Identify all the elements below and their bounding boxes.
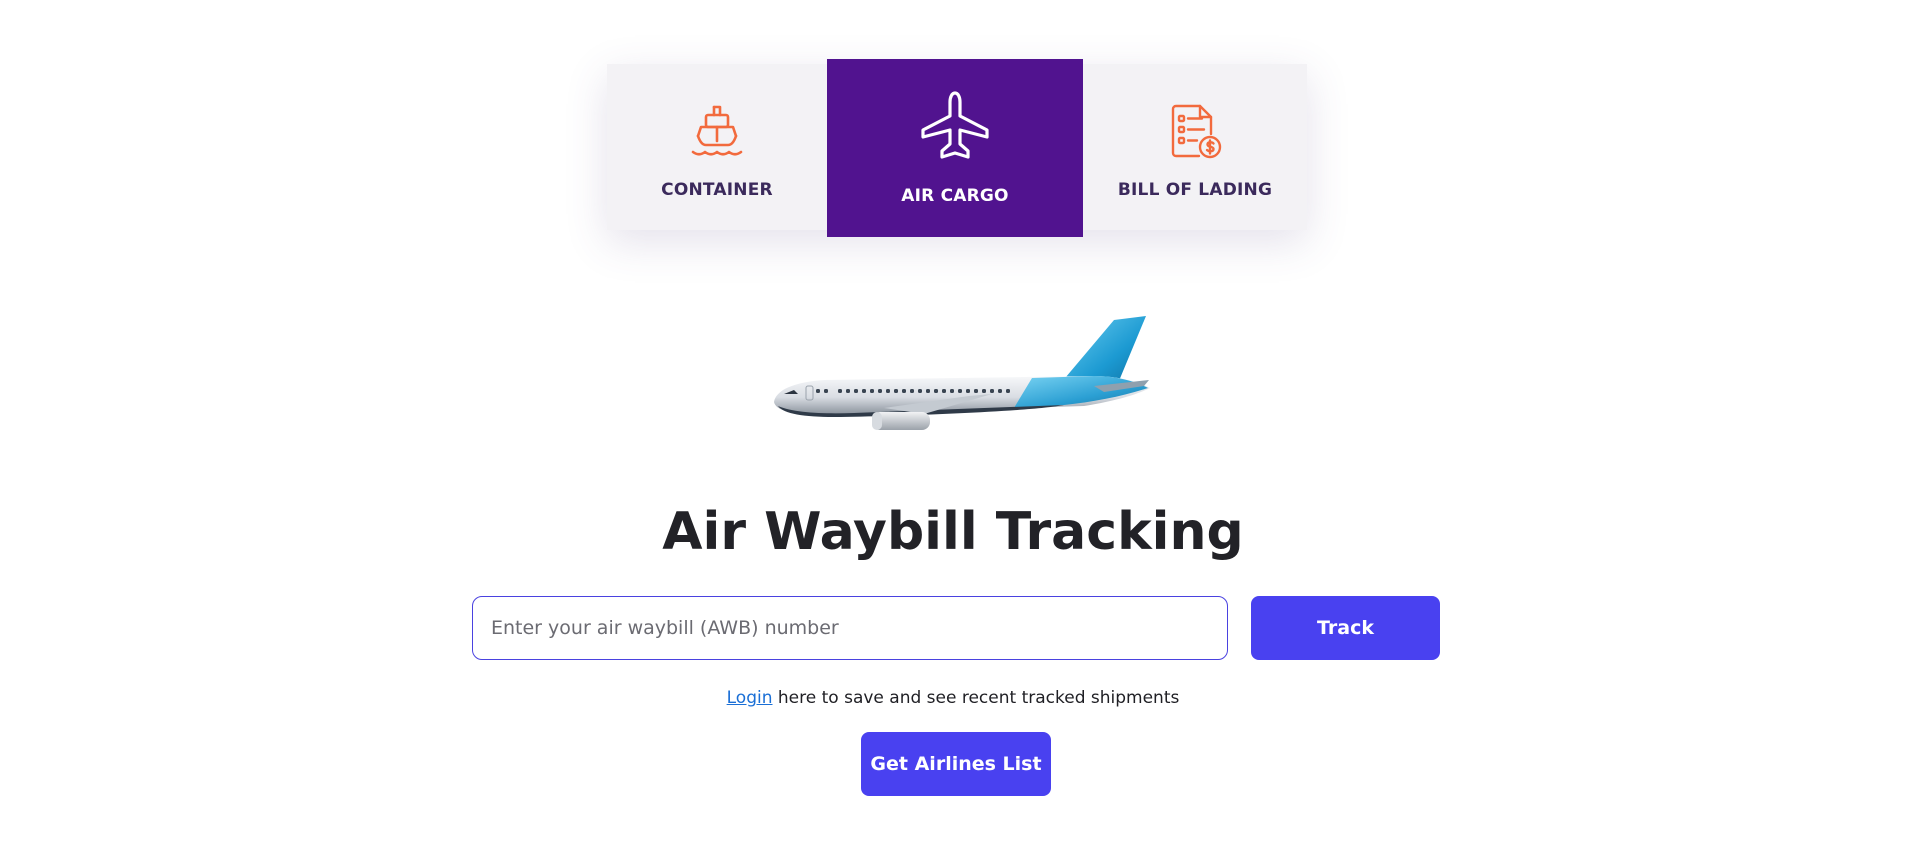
awb-number-input[interactable] [472,596,1228,660]
login-note-text: here to save and see recent tracked ship… [772,688,1180,708]
tab-bill-of-lading-label: BILL OF LADING [1117,180,1273,200]
login-link[interactable]: Login [727,688,773,708]
tab-container-label: CONTAINER [661,180,773,200]
track-button[interactable]: Track [1251,596,1440,660]
tab-air-cargo[interactable]: AIR CARGO [827,59,1083,237]
airplane-illustration [774,316,1150,430]
page-title: Air Waybill Tracking [662,502,1244,562]
tab-bill-of-lading[interactable]: BILL OF LADING [1085,64,1305,230]
ship-icon [691,105,743,156]
airplane-icon [921,91,989,159]
tab-container[interactable]: CONTAINER [607,64,827,230]
invoice-dollar-icon [1171,104,1222,159]
tab-air-cargo-label: AIR CARGO [901,186,1009,206]
login-note: Login here to save and see recent tracke… [0,688,1906,708]
tracking-type-tabs: CONTAINER AIR CARGO BILL OF LADING [607,59,1307,237]
get-airlines-list-button[interactable]: Get Airlines List [861,732,1051,796]
page: CONTAINER AIR CARGO BILL OF LADING Air W… [0,0,1906,848]
